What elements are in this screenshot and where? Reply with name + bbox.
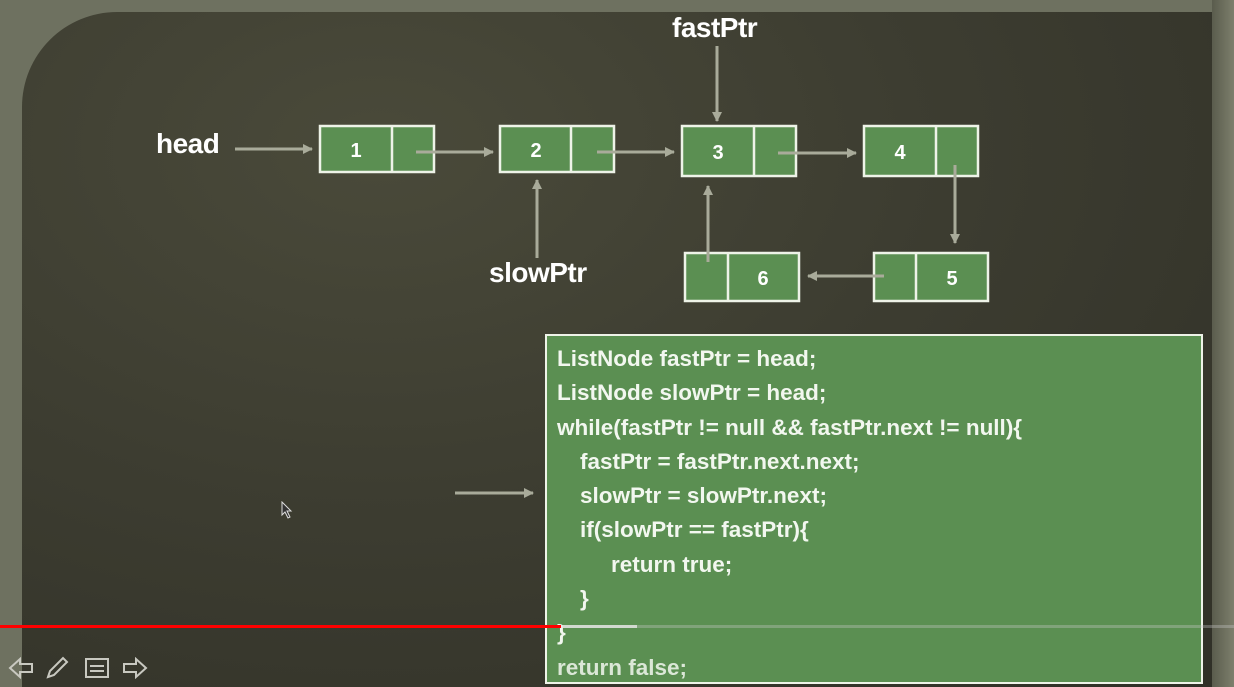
code-line: if(slowPtr == fastPtr){ (580, 517, 809, 543)
node-value-1: 1 (350, 140, 361, 162)
node-value-3: 3 (712, 142, 723, 164)
code-line: slowPtr = slowPtr.next; (580, 483, 827, 509)
fastptr-label: fastPtr (672, 12, 758, 43)
node-value-5: 5 (946, 268, 957, 290)
code-line: return true; (611, 551, 733, 577)
head-label: head (156, 128, 220, 159)
list-node-2: 2 (498, 124, 616, 174)
list-node-1: 1 (318, 124, 436, 174)
code-line: } (557, 620, 566, 646)
code-line: while(fastPtr != null && fastPtr.next !=… (557, 414, 1023, 440)
pen-icon[interactable] (44, 655, 70, 681)
code-line: ListNode slowPtr = head; (557, 380, 827, 406)
list-node-6: 6 (683, 251, 801, 303)
list-node-3: 3 (680, 124, 798, 178)
code-panel: ListNode fastPtr = head; ListNode slowPt… (545, 334, 1203, 684)
list-node-4: 4 (862, 124, 980, 178)
prev-icon[interactable] (8, 655, 34, 681)
node-value-6: 6 (757, 268, 768, 290)
code-line: return false; (557, 654, 688, 680)
mouse-cursor-icon (281, 501, 293, 519)
code-line: } (580, 586, 589, 612)
node-value-4: 4 (894, 142, 906, 164)
next-icon[interactable] (122, 655, 148, 681)
video-progress-bar[interactable] (0, 625, 1234, 628)
slowptr-label: slowPtr (489, 257, 587, 288)
list-node-5: 5 (872, 251, 990, 303)
node-value-2: 2 (530, 140, 541, 162)
code-line: fastPtr = fastPtr.next.next; (580, 448, 860, 474)
progress-played (0, 625, 562, 628)
code-line: ListNode fastPtr = head; (557, 346, 817, 371)
menu-icon[interactable] (84, 655, 110, 681)
